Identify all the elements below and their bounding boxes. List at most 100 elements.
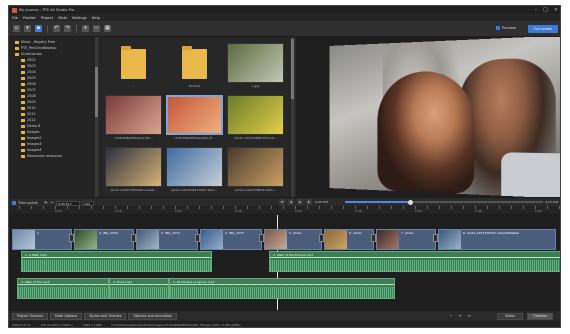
preview-label: Preview bbox=[502, 26, 516, 30]
tree-item-label: Images4 bbox=[27, 148, 42, 152]
timeline-slide[interactable]: 8. photo-1453730035-c1bed0b8e60a bbox=[438, 229, 556, 250]
folder-thumbnail[interactable]: Portrait bbox=[166, 43, 223, 90]
remove-slide-icon[interactable]: − bbox=[93, 25, 100, 32]
seek-bar[interactable] bbox=[345, 199, 543, 205]
status-duration: Full duration: 5.862 s bbox=[40, 323, 73, 327]
tree-item-label: 2002 bbox=[27, 58, 36, 62]
folder-thumbnail[interactable]: .. bbox=[105, 43, 162, 90]
slide-caption: 7. photo bbox=[401, 231, 414, 235]
menu-settings[interactable]: Settings bbox=[72, 16, 87, 20]
app-window: My journey - PTE AV Studio Pro – □ × Fil… bbox=[8, 5, 561, 328]
image-thumbnail[interactable]: c7c8c8d6ef0f3e0ad6d_f3... bbox=[166, 95, 223, 142]
timeline-ruler[interactable]: 0:05 0:10 0:15 0:20 0:25 0:30 0:35 0:40 0:45 bbox=[9, 206, 560, 215]
slide-caption: 1 bbox=[37, 231, 39, 235]
grid-scrollbar[interactable] bbox=[291, 37, 294, 197]
audio-clip[interactable]: 5. Borderline (original) mp3 bbox=[169, 278, 395, 299]
image-thumbnail[interactable]: photo-1447178849-05b5... bbox=[227, 147, 284, 194]
scroll-thumb[interactable] bbox=[95, 67, 98, 117]
image-thumbnail[interactable]: 1.jpg bbox=[227, 43, 284, 90]
fullscreen-button[interactable]: Full screen bbox=[528, 25, 558, 33]
tree-item-label: Images bbox=[27, 130, 40, 134]
ruler-tick bbox=[427, 206, 428, 209]
save-icon[interactable]: ▪ bbox=[35, 25, 42, 32]
zoom-in-icon[interactable]: + bbox=[458, 313, 461, 318]
image-thumbnail[interactable]: photo-1472158657874-10... bbox=[227, 95, 284, 142]
preview-checkbox[interactable] bbox=[496, 26, 500, 30]
menu-help[interactable]: Help bbox=[92, 16, 100, 20]
image-thumbnail[interactable]: c7c8c8d6ef0f3e0ad_f0C... bbox=[105, 95, 162, 142]
folder-icon bbox=[15, 40, 19, 44]
timeline-mode-button[interactable]: Timeline bbox=[527, 313, 553, 320]
forward-icon[interactable]: ▸ bbox=[306, 199, 312, 205]
menu-icon[interactable]: ≡ bbox=[279, 199, 285, 205]
menu-project[interactable]: Project bbox=[41, 16, 53, 20]
slide-caption: 6. photo bbox=[349, 231, 362, 235]
tree-item-label: Mountains resources bbox=[27, 154, 63, 158]
slides-mode-button[interactable]: Slides bbox=[497, 313, 523, 320]
folder-icon bbox=[21, 58, 25, 62]
minimize-icon[interactable]: – bbox=[535, 7, 538, 13]
timeline-slide[interactable]: 3. IMG_1574 bbox=[136, 229, 198, 250]
ruler-tick bbox=[271, 206, 272, 209]
folder-icon bbox=[21, 124, 25, 128]
zoom-out-icon[interactable]: − bbox=[449, 313, 452, 318]
menu-file[interactable]: File bbox=[12, 16, 18, 20]
status-path: D:\Slideshows\Screenshots\Images\c7c8c8d… bbox=[111, 323, 241, 327]
volume-envelope[interactable] bbox=[22, 257, 211, 258]
thumbnail-image bbox=[227, 147, 284, 187]
volume-envelope[interactable] bbox=[170, 284, 394, 285]
menu-slide[interactable]: Slide bbox=[58, 16, 67, 20]
tree-item[interactable]: Mountains resources bbox=[15, 153, 98, 159]
redo-icon[interactable]: ↷ bbox=[64, 25, 71, 32]
status-size: 1920 x 1280 bbox=[82, 323, 102, 327]
title-bar: My journey - PTE AV Studio Pro – □ × bbox=[9, 6, 560, 14]
menu-publish[interactable]: Publish bbox=[23, 16, 36, 20]
image-thumbnail[interactable]: photo-1454546117694-16cb... bbox=[166, 147, 223, 194]
ruler-label: 0:15 bbox=[175, 209, 182, 213]
timeline-slide[interactable]: 7. photo bbox=[376, 229, 436, 250]
add-slide-icon[interactable]: + bbox=[82, 25, 89, 32]
audio-clip[interactable]: 1. A Walk mp3 bbox=[21, 251, 212, 272]
fit-icon[interactable]: ↔ bbox=[468, 313, 471, 318]
open-project-icon[interactable]: ▾ bbox=[24, 25, 31, 32]
image-thumbnail[interactable]: photo-1430776700651-aa0b... bbox=[105, 147, 162, 194]
play-icon[interactable]: ▸ bbox=[297, 199, 303, 205]
slide-options-button[interactable]: Slide Options bbox=[49, 312, 83, 320]
maximize-icon[interactable]: □ bbox=[543, 7, 548, 13]
add-time-button[interactable]: Add bbox=[82, 200, 95, 206]
thumbnail-caption: c7c8c8d6ef0f3e0ad_f0C... bbox=[113, 136, 154, 140]
preview-toggle[interactable]: Preview bbox=[496, 26, 516, 30]
volume-envelope[interactable] bbox=[18, 284, 108, 285]
time-points-checkbox[interactable] bbox=[12, 201, 16, 205]
preview-woman-shape bbox=[377, 70, 475, 195]
audio-clip[interactable]: 3. Walk of fire mp3 bbox=[17, 278, 109, 299]
styles-themes-button[interactable]: Styles and Themes bbox=[84, 312, 127, 320]
close-icon[interactable]: × bbox=[554, 7, 558, 13]
tree-scrollbar[interactable] bbox=[95, 37, 98, 197]
audio-clip[interactable]: 4. Flute mp3 bbox=[109, 278, 169, 299]
folder-icon bbox=[15, 52, 19, 56]
audio-clip[interactable]: 2. Walk of the Flames mp3 bbox=[269, 251, 560, 272]
tree-item-label: PTE_PenDriveBackup bbox=[21, 46, 57, 50]
undo-icon[interactable]: ↶ bbox=[53, 25, 60, 32]
slide-caption: 2. IMG_0059 bbox=[99, 231, 118, 235]
rewind-icon[interactable]: ◂ bbox=[288, 199, 294, 205]
tree-item-label: 2009 bbox=[27, 100, 36, 104]
project-options-button[interactable]: Project Options bbox=[12, 312, 48, 320]
timeline-slide[interactable]: 4. IMG_1575 bbox=[200, 229, 262, 250]
objects-animation-button[interactable]: Objects and Animation bbox=[128, 312, 178, 320]
volume-envelope[interactable] bbox=[270, 257, 560, 258]
timeline-slide[interactable]: 6. photo bbox=[324, 229, 374, 250]
timeline-slide[interactable]: 2. IMG_0059 bbox=[74, 229, 134, 250]
seek-knob[interactable] bbox=[408, 199, 413, 205]
view-mode-icon[interactable]: ▦ bbox=[104, 25, 111, 32]
time-points-label: Time points bbox=[18, 201, 38, 205]
volume-envelope[interactable] bbox=[110, 284, 168, 285]
folder-icon bbox=[21, 136, 25, 140]
scroll-thumb[interactable] bbox=[291, 39, 294, 99]
timeline-slide[interactable]: 5. photo bbox=[264, 229, 322, 250]
timeline-slide[interactable]: 1 bbox=[12, 229, 72, 250]
time-point-field[interactable]: 0:05.517 bbox=[56, 200, 81, 206]
tree-item-label: 2008 bbox=[27, 94, 36, 98]
new-project-icon[interactable]: ▫ bbox=[13, 25, 20, 32]
